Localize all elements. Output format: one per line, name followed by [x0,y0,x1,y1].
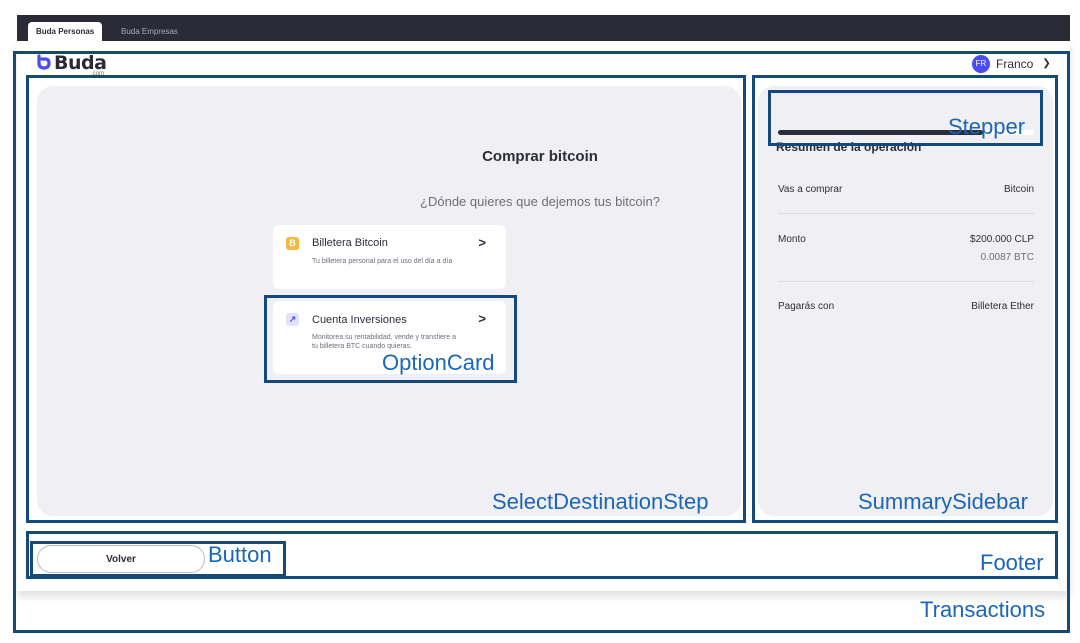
user-name: Franco [996,56,1034,71]
option-title: Cuenta Inversiones [312,314,407,326]
chevron-right-icon: > [478,311,486,326]
option-description: Tu billetera personal para el uso del dí… [312,258,453,265]
investment-icon: ↗ [286,313,299,326]
summary-row-label: Pagarás con [778,301,835,312]
annotation-label-summary-sidebar: SummarySidebar [858,489,1028,514]
summary-row-label: Monto [778,234,806,245]
tab-buda-personas[interactable]: Buda Personas [28,22,103,41]
chevron-down-icon: ❯ [1042,58,1051,69]
chevron-right-icon: > [478,235,486,250]
summary-row-subvalue: 0.0087 BTC [980,252,1034,263]
buda-logo[interactable]: Buda .com [36,52,107,77]
tab-buda-empresas[interactable]: Buda Empresas [113,22,186,41]
annotation-label-option-card: OptionCard [382,350,495,375]
option-description: Monitorea su rentabilidad, vende y trans… [312,334,456,350]
logo-subtext: .com [91,71,105,77]
annotation-label-button: Button [208,542,272,567]
option-title: Billetera Bitcoin [312,237,388,249]
summary-title: Resumen de la operación [776,140,922,154]
summary-row-value: Bitcoin [1003,184,1034,195]
summary-row-value: Billetera Ether [971,301,1034,312]
annotation-label-transactions: Transactions [920,597,1046,622]
annotation-label-stepper: Stepper [948,114,1026,139]
user-menu[interactable]: FR Franco ❯ [972,54,1051,73]
annotation-label-select-destination: SelectDestinationStep [492,489,709,514]
bitcoin-wallet-icon: B [286,237,299,250]
divider [778,281,1034,282]
annotation-label-footer: Footer [980,550,1044,575]
option-card-billetera-bitcoin[interactable]: B Billetera Bitcoin Tu billetera persona… [273,225,506,289]
back-button[interactable]: Volver [37,545,205,573]
summary-row-value: $200.000 CLP [970,234,1034,245]
logo-text: Buda [54,52,107,74]
summary-row-label: Vas a comprar [778,184,843,195]
divider [778,213,1034,214]
avatar: FR [972,54,990,73]
buda-logo-icon [37,54,51,70]
browser-tab-bar: Buda Personas Buda Empresas [17,15,1070,41]
